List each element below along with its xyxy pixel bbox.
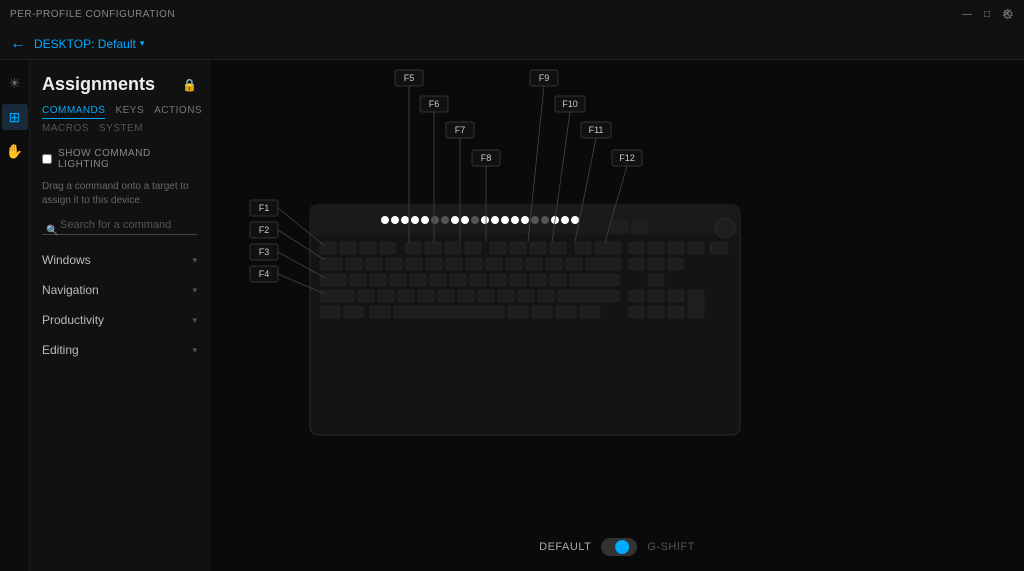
svg-text:F12: F12 (619, 153, 635, 163)
show-lighting-label: SHOW COMMAND LIGHTING (58, 148, 197, 170)
titlebar: PER-PROFILE CONFIGURATION — □ ✕ ⚙ (0, 0, 1024, 28)
svg-text:F8: F8 (481, 153, 492, 163)
search-input[interactable] (42, 216, 197, 235)
toggle-knob (615, 540, 629, 554)
chevron-down-icon: ▾ (192, 285, 197, 296)
profile-selector[interactable]: DESKTOP: Default ▾ (34, 37, 144, 51)
tab-actions[interactable]: ACTIONS (154, 103, 202, 119)
search-icon: 🔍 (46, 225, 58, 236)
svg-text:F2: F2 (259, 225, 270, 235)
show-lighting-row: SHOW COMMAND LIGHTING (30, 144, 209, 174)
svg-text:F7: F7 (455, 125, 466, 135)
show-lighting-checkbox[interactable] (42, 154, 52, 164)
mode-toggle: DEFAULT G-SHIFT (539, 538, 695, 556)
chevron-down-icon: ▾ (192, 345, 197, 356)
svg-text:F10: F10 (562, 99, 578, 109)
mode-toggle-switch[interactable] (601, 538, 637, 556)
sidebar: Assignments 🔒 COMMANDS KEYS ACTIONS MACR… (30, 60, 210, 571)
svg-text:F5: F5 (404, 73, 415, 83)
settings-icon[interactable]: ⚙ (1001, 6, 1014, 23)
icon-bar: ☀ ⊞ ✋ (0, 60, 30, 571)
tabs-row: COMMANDS KEYS ACTIONS (30, 103, 209, 119)
profile-chevron-icon: ▾ (140, 38, 145, 49)
main-layout: ☀ ⊞ ✋ Assignments 🔒 COMMANDS KEYS ACTION… (0, 60, 1024, 571)
keyboard-svg: F1 F2 F3 F4 F5 F6 F7 F8 (210, 60, 1024, 571)
svg-text:F11: F11 (589, 125, 604, 135)
category-productivity-label: Productivity (42, 313, 104, 327)
profile-name: DESKTOP: Default (34, 37, 136, 51)
default-label: DEFAULT (539, 541, 591, 553)
back-button[interactable]: ← (10, 35, 26, 53)
category-navigation-label: Navigation (42, 283, 99, 297)
chevron-down-icon: ▾ (192, 255, 197, 266)
search-row: 🔍 (30, 216, 209, 245)
gshift-label: G-SHIFT (647, 541, 695, 553)
topbar: ← DESKTOP: Default ▾ (0, 28, 1024, 60)
category-editing[interactable]: Editing ▾ (30, 335, 209, 365)
category-windows[interactable]: Windows ▾ (30, 245, 209, 275)
brightness-icon-button[interactable]: ☀ (2, 70, 28, 96)
minimize-button[interactable]: — (960, 7, 974, 21)
svg-text:F1: F1 (259, 203, 270, 213)
sidebar-header: Assignments 🔒 (30, 60, 209, 103)
category-productivity[interactable]: Productivity ▾ (30, 305, 209, 335)
chevron-down-icon: ▾ (192, 315, 197, 326)
category-windows-label: Windows (42, 253, 91, 267)
restore-button[interactable]: □ (980, 7, 994, 21)
lock-icon: 🔒 (182, 78, 197, 92)
svg-text:F6: F6 (429, 99, 440, 109)
category-editing-label: Editing (42, 343, 79, 357)
sub-tab-macros[interactable]: MACROS (42, 123, 89, 134)
help-text: Drag a command onto a target to assign i… (30, 180, 209, 216)
sub-tabs-row: MACROS SYSTEM (30, 123, 209, 134)
svg-text:F4: F4 (259, 269, 270, 279)
hand-icon-button[interactable]: ✋ (2, 138, 28, 164)
tab-keys[interactable]: KEYS (115, 103, 144, 119)
assignments-icon-button[interactable]: ⊞ (2, 104, 28, 130)
tab-commands[interactable]: COMMANDS (42, 103, 105, 119)
category-navigation[interactable]: Navigation ▾ (30, 275, 209, 305)
content-area: F1 F2 F3 F4 F5 F6 F7 F8 (210, 60, 1024, 571)
app-title: PER-PROFILE CONFIGURATION (10, 9, 175, 20)
sub-tab-system[interactable]: SYSTEM (99, 123, 143, 134)
sidebar-title: Assignments (42, 74, 155, 95)
svg-text:F9: F9 (539, 73, 550, 83)
svg-text:F3: F3 (259, 247, 270, 257)
